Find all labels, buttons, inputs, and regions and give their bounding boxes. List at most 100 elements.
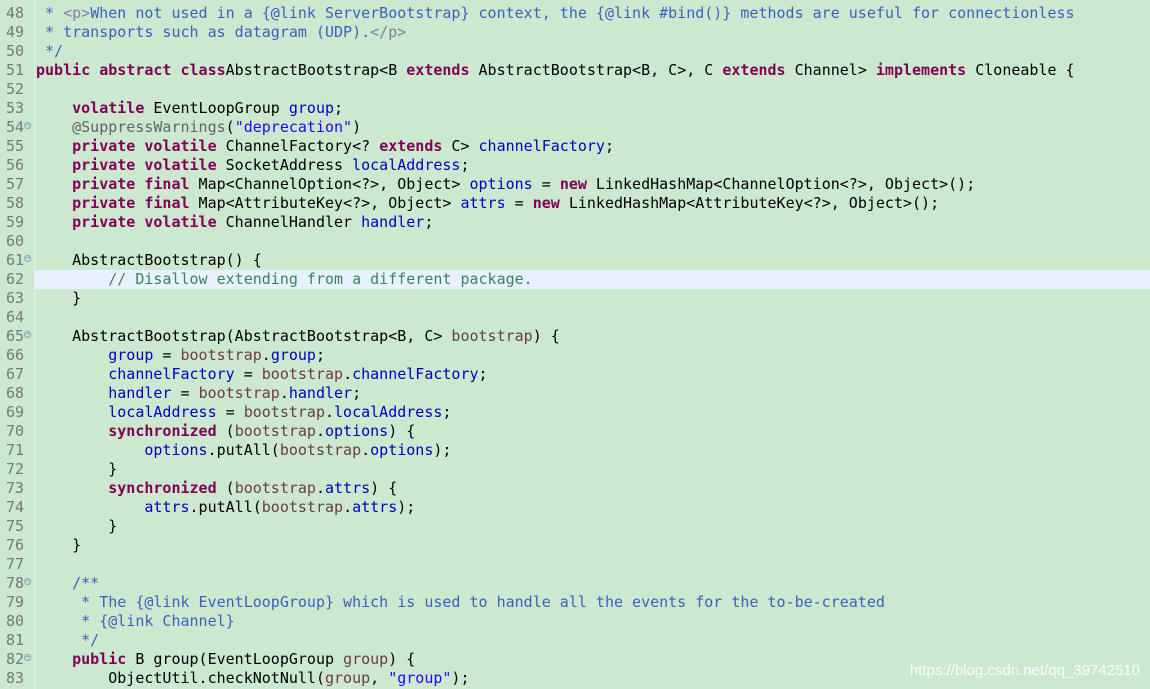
code-token: options: [370, 441, 434, 459]
code-text: * <p>When not used in a {@link ServerBoo…: [36, 4, 1075, 23]
code-token: .: [325, 403, 335, 421]
code-token: C>: [442, 137, 479, 155]
code-line[interactable]: 81 */: [0, 631, 1150, 650]
line-number: 53: [6, 99, 25, 117]
line-number: 50: [6, 42, 25, 60]
code-line[interactable]: 60: [0, 232, 1150, 251]
code-token: localAddress: [352, 156, 461, 174]
code-token: handler: [108, 384, 172, 402]
code-line[interactable]: 65− AbstractBootstrap(AbstractBootstrap<…: [0, 327, 1150, 346]
code-line[interactable]: 77: [0, 555, 1150, 574]
code-text: */: [36, 42, 63, 61]
code-token: ;: [442, 403, 452, 421]
code-text: public abstract classAbstractBootstrap<B…: [36, 61, 1075, 80]
code-line[interactable]: 71 options.putAll(bootstrap.options);: [0, 441, 1150, 460]
code-text: private final Map<AttributeKey<?>, Objec…: [36, 194, 939, 213]
code-line[interactable]: 50 */: [0, 42, 1150, 61]
code-line[interactable]: 68 handler = bootstrap.handler;: [0, 384, 1150, 403]
line-number: 58: [6, 194, 25, 212]
code-text: private volatile ChannelFactory<? extend…: [36, 137, 614, 156]
code-text: }: [36, 536, 81, 555]
code-line[interactable]: 63 }: [0, 289, 1150, 308]
code-token: ChannelHandler: [216, 213, 362, 231]
code-token: }: [36, 460, 118, 478]
code-line[interactable]: 70 synchronized (bootstrap.options) {: [0, 422, 1150, 441]
code-line[interactable]: 79 * The {@link EventLoopGroup} which is…: [0, 593, 1150, 612]
code-token: @SuppressWarnings: [72, 118, 226, 136]
code-line[interactable]: 55 private volatile ChannelFactory<? ext…: [0, 137, 1150, 156]
line-number: 75: [6, 517, 25, 535]
code-line[interactable]: 73 synchronized (bootstrap.attrs) {: [0, 479, 1150, 498]
code-token: ;: [460, 156, 470, 174]
code-token: "deprecation": [234, 118, 353, 136]
code-line-current[interactable]: 62 // Disallow extending from a differen…: [0, 270, 1150, 289]
code-text: AbstractBootstrap(AbstractBootstrap<B, C…: [36, 327, 560, 346]
code-token: =: [532, 175, 560, 193]
code-line[interactable]: 48 * <p>When not used in a {@link Server…: [0, 4, 1150, 23]
code-token: implements: [875, 61, 967, 79]
code-token: .: [315, 422, 325, 440]
code-line[interactable]: 64: [0, 308, 1150, 327]
code-text: AbstractBootstrap() {: [36, 251, 262, 270]
code-line[interactable]: 54− @SuppressWarnings("deprecation"): [0, 118, 1150, 137]
code-line[interactable]: 80 * {@link Channel}: [0, 612, 1150, 631]
code-text: private volatile SocketAddress localAddr…: [36, 156, 470, 175]
code-token: AbstractBootstrap(AbstractBootstrap<B, C…: [36, 327, 452, 345]
code-line[interactable]: 52: [0, 80, 1150, 99]
code-token: </p>: [370, 23, 407, 41]
code-token: channelFactory: [478, 137, 605, 155]
code-token: .: [343, 365, 353, 383]
code-token: // Disallow extending from a different p…: [108, 270, 533, 288]
line-number: 59: [6, 213, 25, 231]
code-token: .: [315, 479, 325, 497]
code-token: ;: [334, 99, 344, 117]
code-line[interactable]: 58 private final Map<AttributeKey<?>, Ob…: [0, 194, 1150, 213]
code-line[interactable]: 75 }: [0, 517, 1150, 536]
code-token: AbstractBootstrap<B, C>, C: [469, 61, 723, 79]
line-number: 73: [6, 479, 25, 497]
code-line[interactable]: 61− AbstractBootstrap() {: [0, 251, 1150, 270]
code-line[interactable]: 78− /**: [0, 574, 1150, 593]
fold-toggle-icon[interactable]: −: [24, 578, 31, 585]
code-line[interactable]: 53 volatile EventLoopGroup group;: [0, 99, 1150, 118]
code-text: }: [36, 460, 117, 479]
code-line[interactable]: 56 private volatile SocketAddress localA…: [0, 156, 1150, 175]
code-token: EventLoopGroup: [144, 99, 289, 117]
code-line[interactable]: 76 }: [0, 536, 1150, 555]
fold-toggle-icon[interactable]: −: [24, 255, 31, 262]
code-token: LinkedHashMap<ChannelOption<?>, Object>(…: [586, 175, 976, 193]
code-token: private final: [72, 175, 190, 193]
code-token: ObjectUtil.checkNotNull(: [36, 669, 325, 687]
code-token: }: [36, 536, 82, 554]
code-line[interactable]: 59 private volatile ChannelHandler handl…: [0, 213, 1150, 232]
code-line[interactable]: 67 channelFactory = bootstrap.channelFac…: [0, 365, 1150, 384]
code-token: bootstrap: [180, 346, 262, 364]
fold-toggle-icon[interactable]: −: [24, 122, 31, 129]
fold-toggle-icon[interactable]: −: [24, 654, 31, 661]
code-line[interactable]: 51 public abstract classAbstractBootstrap…: [0, 61, 1150, 80]
code-token: extends: [722, 61, 786, 79]
code-token: */: [81, 631, 100, 649]
code-line[interactable]: 49 * transports such as datagram (UDP).<…: [0, 23, 1150, 42]
code-token: SocketAddress: [216, 156, 353, 174]
code-text: volatile EventLoopGroup group;: [36, 99, 343, 118]
code-token: private volatile: [72, 156, 217, 174]
code-line[interactable]: 57 private final Map<ChannelOption<?>, O…: [0, 175, 1150, 194]
code-token: * The {@link EventLoopGroup} which is us…: [81, 593, 885, 611]
code-line[interactable]: 66 group = bootstrap.group;: [0, 346, 1150, 365]
code-editor[interactable]: 48 * <p>When not used in a {@link Server…: [0, 0, 1150, 689]
fold-toggle-icon[interactable]: −: [24, 331, 31, 338]
code-line[interactable]: 74 attrs.putAll(bootstrap.attrs);: [0, 498, 1150, 517]
code-line[interactable]: 72 }: [0, 460, 1150, 479]
code-token: private volatile: [72, 137, 217, 155]
code-line[interactable]: 69 localAddress = bootstrap.localAddress…: [0, 403, 1150, 422]
